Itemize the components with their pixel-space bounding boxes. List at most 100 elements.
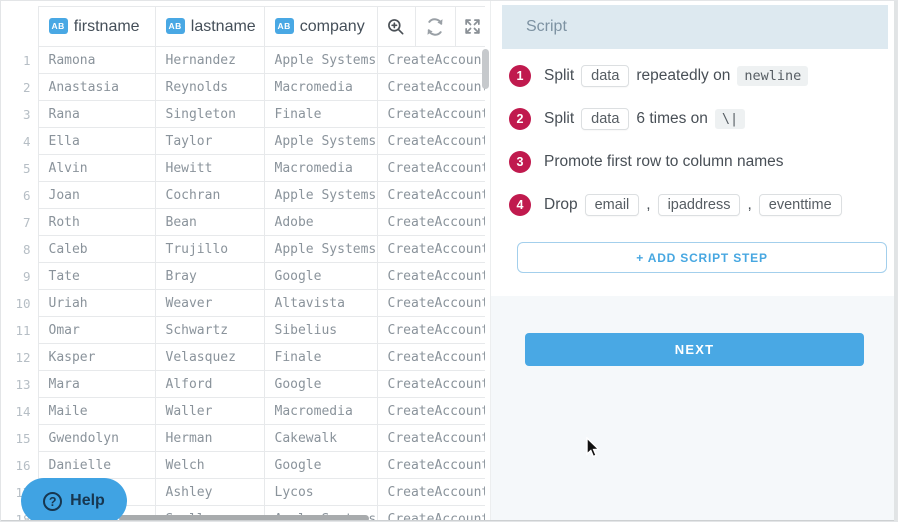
cell-eventname: CreateAccount [377, 263, 485, 290]
column-chip: ipaddress [658, 194, 741, 216]
search-button[interactable] [377, 7, 415, 47]
cell-lastname: Waller [155, 398, 264, 425]
cell-lastname: Cochran [155, 182, 264, 209]
panel-footer: NEXT [491, 296, 896, 522]
row-number: 3 [6, 101, 38, 128]
column-chip: email [585, 194, 640, 216]
step-text: Split [544, 67, 574, 85]
row-number: 4 [6, 128, 38, 155]
cell-company: Google [264, 371, 377, 398]
cell-firstname: Danielle [38, 452, 155, 479]
cell-eventname: CreateAccount [377, 182, 485, 209]
table-row: 7 Roth Bean Adobe CreateAccount [6, 209, 485, 236]
step-number-badge: 4 [509, 194, 531, 216]
cell-firstname: Kasper [38, 344, 155, 371]
table-row: 11 Omar Schwartz Sibelius CreateAccount [6, 317, 485, 344]
table-row: 8 Caleb Trujillo Apple Systems CreateAcc… [6, 236, 485, 263]
cell-eventname: CreateAccount [377, 479, 485, 506]
step-text: repeatedly on [636, 67, 730, 85]
expand-fullscreen-icon [463, 17, 482, 36]
window-bottom-edge [1, 520, 897, 521]
row-number: 10 [6, 290, 38, 317]
cell-firstname: Joan [38, 182, 155, 209]
table-row: 10 Uriah Weaver Altavista CreateAccount [6, 290, 485, 317]
row-number: 11 [6, 317, 38, 344]
column-name: company [300, 18, 365, 35]
step-text: Promote first row to column names [544, 153, 783, 171]
cell-lastname: Singleton [155, 101, 264, 128]
row-number: 5 [6, 155, 38, 182]
column-name: lastname [191, 18, 256, 35]
cell-firstname: Tate [38, 263, 155, 290]
refresh-icon [424, 16, 446, 38]
table-row: 5 Alvin Hewitt Macromedia CreateAccount [6, 155, 485, 182]
column-header-firstname[interactable]: ABfirstname [38, 7, 155, 47]
mouse-cursor [585, 437, 601, 459]
data-preview-table: ABfirstname ABlastname ABcompany [6, 6, 485, 522]
cell-lastname: Velasquez [155, 344, 264, 371]
table-body: 1 Ramona Hernandez Apple Systems CreateA… [6, 47, 485, 522]
expand-button[interactable] [455, 7, 485, 47]
cell-lastname: Hernandez [155, 47, 264, 74]
row-number: 1 [6, 47, 38, 74]
row-number-header [6, 7, 38, 47]
next-button[interactable]: NEXT [525, 333, 864, 366]
app-window: ABfirstname ABlastname ABcompany [0, 0, 898, 522]
row-number: 7 [6, 209, 38, 236]
refresh-button[interactable] [415, 7, 455, 47]
table-row: 6 Joan Cochran Apple Systems CreateAccou… [6, 182, 485, 209]
table-row: 15 Gwendolyn Herman Cakewalk CreateAccou… [6, 425, 485, 452]
cell-firstname: Caleb [38, 236, 155, 263]
column-chip: data [581, 108, 629, 130]
cell-firstname: Alvin [38, 155, 155, 182]
column-header-company[interactable]: ABcompany [264, 7, 377, 47]
table-row: 1 Ramona Hernandez Apple Systems CreateA… [6, 47, 485, 74]
cell-lastname: Welch [155, 452, 264, 479]
cell-firstname: Anastasia [38, 74, 155, 101]
row-number: 12 [6, 344, 38, 371]
table-row: 14 Maile Waller Macromedia CreateAccount [6, 398, 485, 425]
script-step[interactable]: 3Promote first row to column names [509, 151, 896, 173]
column-chip: eventtime [759, 194, 842, 216]
cell-eventname: CreateAccount [377, 425, 485, 452]
script-step[interactable]: 4Dropemail,ipaddress,eventtime [509, 194, 896, 216]
column-type-badge: AB [49, 18, 68, 34]
script-panel-header: Script [502, 5, 888, 49]
script-step[interactable]: 2Splitdata6 times on\| [509, 108, 896, 130]
cell-eventname: CreateAccount [377, 317, 485, 344]
row-number: 9 [6, 263, 38, 290]
cell-eventname: CreateAccount [377, 371, 485, 398]
cell-lastname: Hewitt [155, 155, 264, 182]
vertical-scrollbar[interactable] [482, 49, 489, 89]
cell-firstname: Uriah [38, 290, 155, 317]
help-button[interactable]: ? Help [21, 478, 127, 522]
add-script-step-button[interactable]: + ADD SCRIPT STEP [517, 242, 887, 273]
step-content: Splitdata6 times on\| [544, 108, 745, 130]
cell-lastname: Herman [155, 425, 264, 452]
table-row: 2 Anastasia Reynolds Macromedia CreateAc… [6, 74, 485, 101]
cell-eventname: CreateAccount [377, 344, 485, 371]
row-number: 13 [6, 371, 38, 398]
script-step[interactable]: 1Splitdatarepeatedly onnewline [509, 65, 896, 87]
table-row: 12 Kasper Velasquez Finale CreateAccount [6, 344, 485, 371]
cell-firstname: Rana [38, 101, 155, 128]
step-text: Drop [544, 196, 578, 214]
step-text: , [747, 196, 751, 214]
table-row: 13 Mara Alford Google CreateAccount [6, 371, 485, 398]
question-mark-circle-icon: ? [43, 492, 62, 511]
step-content: Promote first row to column names [544, 153, 783, 171]
cell-company: Lycos [264, 479, 377, 506]
cell-eventname: CreateAccount [377, 236, 485, 263]
cell-eventname: CreateAccount [377, 452, 485, 479]
cell-company: Cakewalk [264, 425, 377, 452]
column-header-lastname[interactable]: ABlastname [155, 7, 264, 47]
step-text: 6 times on [636, 110, 708, 128]
cell-eventname: CreateAccount [377, 398, 485, 425]
step-number-badge: 1 [509, 65, 531, 87]
cell-company: Finale [264, 344, 377, 371]
row-number: 8 [6, 236, 38, 263]
cell-eventname: CreateAccount [377, 47, 485, 74]
row-number: 16 [6, 452, 38, 479]
step-content: Dropemail,ipaddress,eventtime [544, 194, 842, 216]
cell-eventname: CreateAccount [377, 101, 485, 128]
